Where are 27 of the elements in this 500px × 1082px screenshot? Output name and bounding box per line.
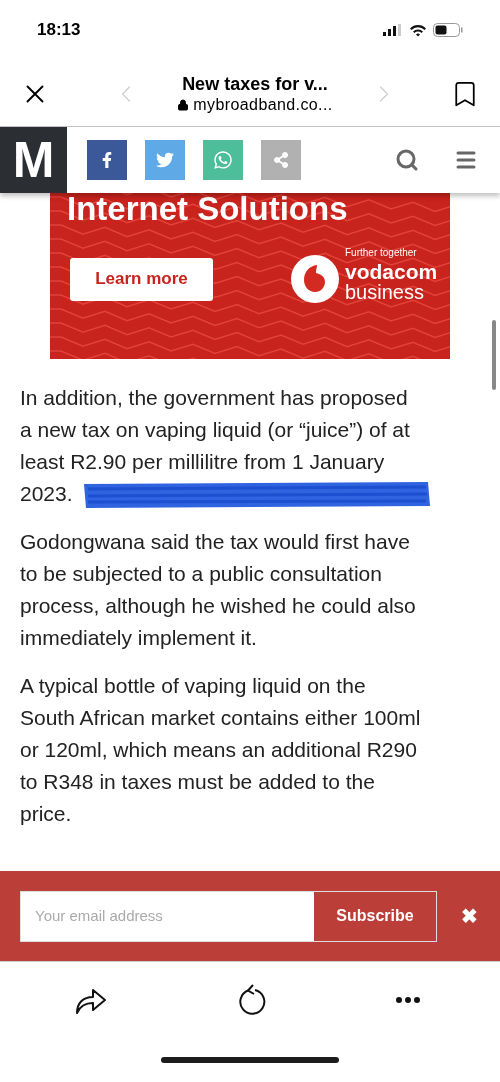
- ad-brand-sub: business: [345, 282, 425, 302]
- ad-banner[interactable]: Internet Solutions Learn more Further together vodacom business: [50, 193, 450, 359]
- signal-icon: [383, 24, 403, 36]
- page-title: New taxes for v...: [182, 72, 328, 96]
- reload-icon[interactable]: [236, 983, 267, 1016]
- share-button[interactable]: [87, 140, 127, 180]
- more-icon[interactable]: [396, 996, 420, 1003]
- battery-icon: [433, 23, 463, 37]
- twitter-icon: [156, 151, 174, 169]
- ad-tagline: Further together: [345, 248, 418, 258]
- status-time: 18:13: [37, 19, 81, 42]
- article-paragraph: A typical bottle of vaping liquid on the South African market contains either 100ml or 120ml, which means an additional R290 to R348 in taxes must be added to the price.: [20, 673, 422, 827]
- lock-icon: [177, 99, 190, 112]
- close-button[interactable]: ✖: [461, 901, 478, 931]
- search-icon[interactable]: [395, 148, 419, 172]
- wifi-icon: [409, 23, 427, 37]
- brand-logo-icon: [291, 255, 339, 303]
- scrollbar: [492, 320, 496, 390]
- article-paragraph: In addition, the government has proposed a new tax on vaping liquid (or “juice”) of at least R2.90 per millilitre from 1 January 2023.: [20, 385, 411, 507]
- share-icon: [273, 152, 289, 168]
- ad-headline: Internet Solutions: [67, 193, 349, 229]
- page-url: mybroadband.co...: [193, 95, 333, 116]
- ad-brand: vodacom: [345, 261, 438, 282]
- whatsapp-icon: [213, 150, 233, 170]
- site-logo[interactable]: M: [0, 127, 67, 193]
- learn-more-button[interactable]: Learn more: [70, 257, 213, 301]
- article-paragraph: Godongwana said the tax would first have to be subjected to a public consultation process, although he wished he could also immediately implement it.: [20, 529, 417, 651]
